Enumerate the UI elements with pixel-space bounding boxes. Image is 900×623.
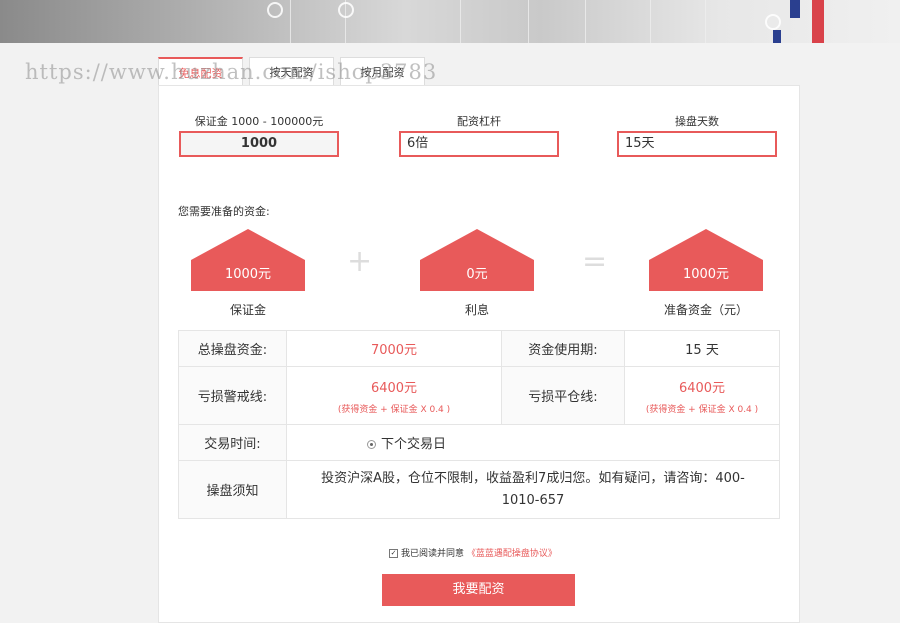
plus-sign: + (347, 244, 373, 279)
notice-label: 操盘须知 (178, 460, 287, 519)
next-trading-day-radio[interactable] (367, 440, 376, 449)
trade-time-value: 下个交易日 (381, 437, 447, 452)
tab-interest-free[interactable]: 免息配资 (158, 57, 243, 85)
deposit-amount-card: 1000元 (191, 229, 305, 291)
tab-daily[interactable]: 按天配资 (249, 57, 334, 85)
leverage-select[interactable]: 6倍 (399, 131, 559, 157)
days-select[interactable]: 15天 (617, 131, 777, 157)
prepared-funds-card: 1000元 (649, 229, 763, 291)
days-label: 操盘天数 (675, 115, 719, 128)
trade-time-label: 交易时间: (178, 424, 287, 461)
warn-line-note: (获得资金 + 保证金 X 0.4 ) (337, 404, 451, 415)
period-value: 15 天 (624, 330, 780, 367)
close-line-note: (获得资金 + 保证金 X 0.4 ) (645, 404, 759, 415)
calculator-panel: 保证金 1000 - 100000元 1000 配资杠杆 6倍 操盘天数 15天… (158, 85, 800, 623)
deposit-amount-label: 保证金 (229, 303, 266, 317)
table-row: 亏损警戒线: 6400元 (获得资金 + 保证金 X 0.4 ) 亏损平仓线: … (178, 366, 780, 425)
period-label: 资金使用期: (501, 330, 625, 367)
header-banner (0, 0, 900, 43)
deposit-input[interactable]: 1000 (179, 131, 339, 157)
table-row: 交易时间: 下个交易日 (178, 424, 780, 461)
total-funds-label: 总操盘资金: (178, 330, 287, 367)
close-line-cell: 6400元 (获得资金 + 保证金 X 0.4 ) (624, 366, 780, 425)
funds-title: 您需要准备的资金: (178, 205, 270, 218)
interest-amount: 0元 (466, 267, 488, 282)
agreement-checkbox[interactable]: ✓ (389, 549, 398, 558)
details-table: 总操盘资金: 7000元 资金使用期: 15 天 亏损警戒线: 6400元 (获… (178, 330, 780, 519)
submit-button[interactable]: 我要配资 (382, 574, 575, 606)
close-line-value: 6400元 (678, 380, 726, 396)
agreement-link[interactable]: 《蓝蓝遇配操盘协议》 (467, 549, 557, 559)
trade-time-cell: 下个交易日 (286, 424, 780, 461)
agreement-row: ✓ 我已阅读并同意 《蓝蓝遇配操盘协议》 (389, 546, 557, 559)
interest-label: 利息 (464, 303, 489, 317)
close-line-label: 亏损平仓线: (501, 366, 625, 425)
agreement-text: 我已阅读并同意 (401, 549, 465, 559)
tab-monthly[interactable]: 按月配资 (340, 57, 425, 85)
warn-line-cell: 6400元 (获得资金 + 保证金 X 0.4 ) (286, 366, 502, 425)
notice-value: 投资沪深A股，仓位不限制，收益盈利7成归您。如有疑问，请咨询：400-1010-… (286, 460, 780, 519)
leverage-label: 配资杠杆 (457, 115, 501, 128)
deposit-label: 保证金 1000 - 100000元 (194, 115, 324, 128)
prepared-funds-amount: 1000元 (682, 267, 730, 282)
warn-line-value: 6400元 (370, 380, 418, 396)
interest-card: 0元 (420, 229, 534, 291)
total-funds-value: 7000元 (286, 330, 502, 367)
table-row: 操盘须知 投资沪深A股，仓位不限制，收益盈利7成归您。如有疑问，请咨询：400-… (178, 460, 780, 519)
prepared-funds-label: 准备资金（元） (663, 303, 748, 317)
equals-sign: = (582, 244, 608, 279)
table-row: 总操盘资金: 7000元 资金使用期: 15 天 (178, 330, 780, 367)
warn-line-label: 亏损警戒线: (178, 366, 287, 425)
deposit-amount: 1000元 (224, 267, 272, 282)
